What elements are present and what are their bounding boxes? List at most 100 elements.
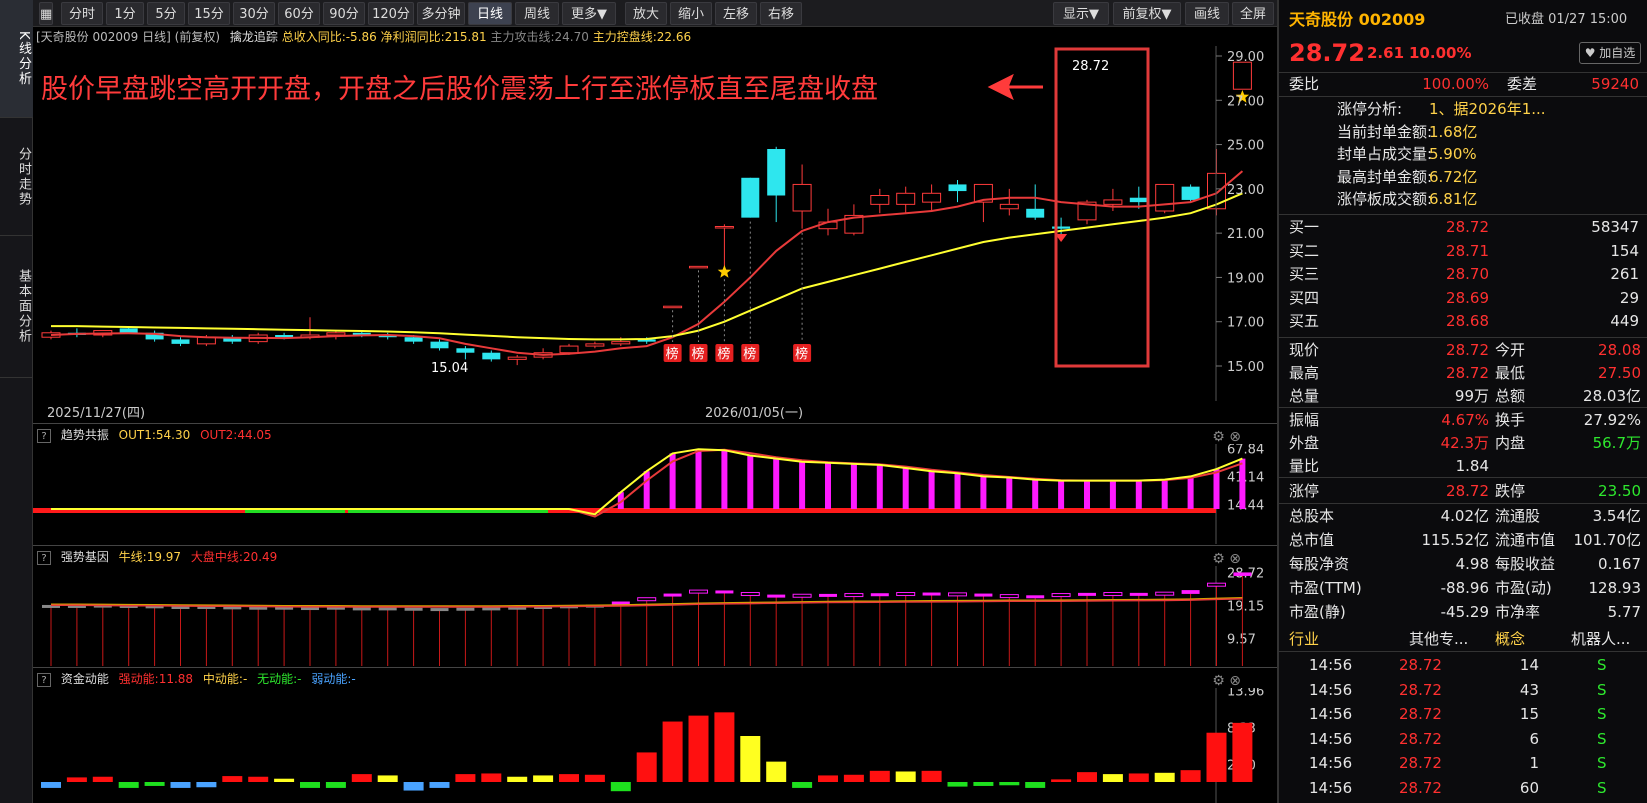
close-icon[interactable]: ⊗ bbox=[1229, 673, 1241, 689]
strong-gene-chart[interactable]: 28.7219.159.57 bbox=[33, 566, 1277, 666]
period-60m-button[interactable]: 60分 bbox=[278, 2, 320, 25]
stock-period-label: [天奇股份 002009 日线] bbox=[36, 30, 171, 44]
fundamental-label: 市净率 bbox=[1495, 603, 1541, 621]
add-watchlist-button[interactable]: ♥ 加自选 bbox=[1579, 42, 1641, 64]
fund-bar bbox=[1128, 773, 1149, 782]
svg-text:榜: 榜 bbox=[692, 346, 705, 362]
bid-volume: 29 bbox=[1619, 288, 1639, 307]
help-icon[interactable]: ? bbox=[37, 550, 51, 565]
limit-analysis-row: 涨停板成交额: 6.81亿 bbox=[1279, 188, 1647, 210]
period-1m-button[interactable]: 1分 bbox=[106, 2, 144, 25]
gene-bar bbox=[482, 607, 501, 611]
close-icon[interactable]: ⊗ bbox=[1229, 429, 1241, 445]
help-icon[interactable]: ? bbox=[37, 428, 51, 443]
settings-icon[interactable]: ⚙ bbox=[1212, 429, 1225, 445]
candle bbox=[844, 204, 864, 236]
display-menu-button[interactable]: 显示▼ bbox=[1053, 2, 1109, 25]
move-left-button[interactable]: 左移 bbox=[715, 2, 757, 25]
period-120m-button[interactable]: 120分 bbox=[368, 2, 414, 25]
settings-icon[interactable]: ⚙ bbox=[1212, 673, 1225, 689]
industry-value[interactable]: 其他专... bbox=[1409, 627, 1468, 651]
fund-bar bbox=[740, 736, 761, 782]
candle bbox=[896, 186, 916, 214]
fundamental-row: 每股净资 4.98 每股收益 0.167 bbox=[1279, 553, 1647, 575]
move-right-button[interactable]: 右移 bbox=[760, 2, 802, 25]
stats-row: 现价 28.72 今开 28.08 bbox=[1279, 339, 1647, 361]
limit-analysis-value[interactable]: 1、据2026年1... bbox=[1429, 98, 1546, 120]
settings-icon[interactable]: ⚙ bbox=[1212, 551, 1225, 567]
trend-bar bbox=[1161, 479, 1168, 509]
period-multi-button[interactable]: 多分钟 bbox=[417, 2, 465, 25]
bang-badge[interactable]: 榜 bbox=[689, 344, 708, 362]
close-icon[interactable]: ⊗ bbox=[1229, 551, 1241, 567]
fund-bar bbox=[1051, 779, 1072, 782]
gene-panel-title[interactable]: 强势基因 bbox=[61, 550, 109, 564]
bid-level-label: 买三 bbox=[1289, 265, 1320, 283]
trend-bar bbox=[1135, 480, 1142, 509]
trend-panel-title[interactable]: 趋势共振 bbox=[61, 428, 109, 442]
fullscreen-button[interactable]: 全屏 bbox=[1232, 2, 1274, 25]
weibi-label: 委比 bbox=[1289, 75, 1320, 93]
fund-momentum-chart[interactable]: 13.968.332.70 bbox=[33, 688, 1277, 803]
date-axis: 2025/11/27(四) 2026/01/05(一) bbox=[33, 402, 1277, 422]
fund-bar bbox=[41, 782, 61, 788]
candle bbox=[741, 177, 760, 218]
period-30m-button[interactable]: 30分 bbox=[233, 2, 275, 25]
control-line-value: 主力控盘线:22.66 bbox=[592, 30, 692, 44]
bang-badge[interactable]: 榜 bbox=[793, 344, 812, 362]
zoom-in-button[interactable]: 放大 bbox=[625, 2, 667, 25]
bang-badge[interactable]: 榜 bbox=[663, 344, 682, 362]
period-daily-button[interactable]: 日线 bbox=[468, 2, 512, 25]
heart-icon: ♥ bbox=[1584, 46, 1596, 60]
fund-bar bbox=[300, 782, 320, 788]
limit-analysis-value: 6.81亿 bbox=[1429, 190, 1478, 208]
menu-icon[interactable]: ▦ bbox=[39, 2, 53, 25]
gene-bar bbox=[611, 601, 630, 605]
tab-intraday[interactable]: 分时走势 bbox=[0, 118, 33, 236]
period-15m-button[interactable]: 15分 bbox=[188, 2, 230, 25]
stat-label: 最高 bbox=[1289, 364, 1320, 382]
period-5m-button[interactable]: 5分 bbox=[147, 2, 185, 25]
indicator-name[interactable]: 擒龙追踪 bbox=[230, 30, 278, 44]
candle bbox=[1026, 184, 1045, 220]
candle bbox=[430, 339, 449, 351]
draw-line-button[interactable]: 画线 bbox=[1185, 2, 1229, 25]
trend-panel-header: ? 趋势共振 OUT1:54.30 OUT2:44.05 ⚙ ⊗ bbox=[33, 423, 1277, 445]
concept-value[interactable]: 机器人... bbox=[1571, 627, 1630, 651]
fund-bar bbox=[351, 774, 372, 782]
adjust-menu-button[interactable]: 前复权▼ bbox=[1113, 2, 1181, 25]
bang-badge[interactable]: 榜 bbox=[715, 344, 734, 362]
gene-bar bbox=[404, 607, 423, 611]
period-weekly-button[interactable]: 周线 bbox=[515, 2, 559, 25]
svg-text:榜: 榜 bbox=[717, 346, 730, 362]
fund-bar bbox=[688, 715, 709, 782]
star-icon bbox=[717, 265, 732, 278]
period-fenshi-button[interactable]: 分时 bbox=[61, 2, 103, 25]
stat-label: 振幅 bbox=[1289, 411, 1320, 429]
tab-fundamentals[interactable]: 基本面分析 bbox=[0, 236, 33, 378]
fundamental-row: 市盈(静) -45.29 市净率 5.77 bbox=[1279, 601, 1647, 623]
fundamental-label: 总市值 bbox=[1289, 531, 1335, 549]
tick-time: 14:56 bbox=[1309, 705, 1353, 723]
price-tick-label: 25.00 bbox=[1227, 139, 1264, 154]
fundamental-value: 0.167 bbox=[1598, 555, 1641, 573]
fund-bar bbox=[533, 775, 554, 782]
trend-tick-label: 41.14 bbox=[1227, 470, 1264, 485]
gene-tick-label: 9.57 bbox=[1227, 633, 1256, 648]
candle bbox=[482, 350, 501, 362]
attack-line-value: 主力攻击线:24.70 bbox=[490, 30, 589, 44]
trend-bar bbox=[1109, 480, 1116, 509]
trend-resonance-chart[interactable]: 67.84 41.14 14.44 bbox=[33, 444, 1277, 544]
limit-analysis-key: 涨停分析: bbox=[1337, 100, 1403, 118]
period-90m-button[interactable]: 90分 bbox=[323, 2, 365, 25]
help-icon[interactable]: ? bbox=[37, 672, 51, 687]
bid-price: 28.71 bbox=[1446, 241, 1489, 260]
zoom-out-button[interactable]: 缩小 bbox=[670, 2, 712, 25]
tab-kline-analysis[interactable]: K线分析 bbox=[0, 0, 33, 118]
candlestick-chart[interactable]: 榜榜榜榜榜 股价早盘跳空高开开盘，开盘之后股价震荡上行至涨停板直至尾盘收盘 28… bbox=[33, 46, 1277, 401]
trend-bar bbox=[1032, 479, 1039, 509]
period-more-button[interactable]: 更多▼ bbox=[562, 2, 616, 25]
fund-panel-title[interactable]: 资金动能 bbox=[61, 672, 109, 686]
candle bbox=[948, 180, 967, 203]
bang-badge[interactable]: 榜 bbox=[741, 344, 760, 362]
